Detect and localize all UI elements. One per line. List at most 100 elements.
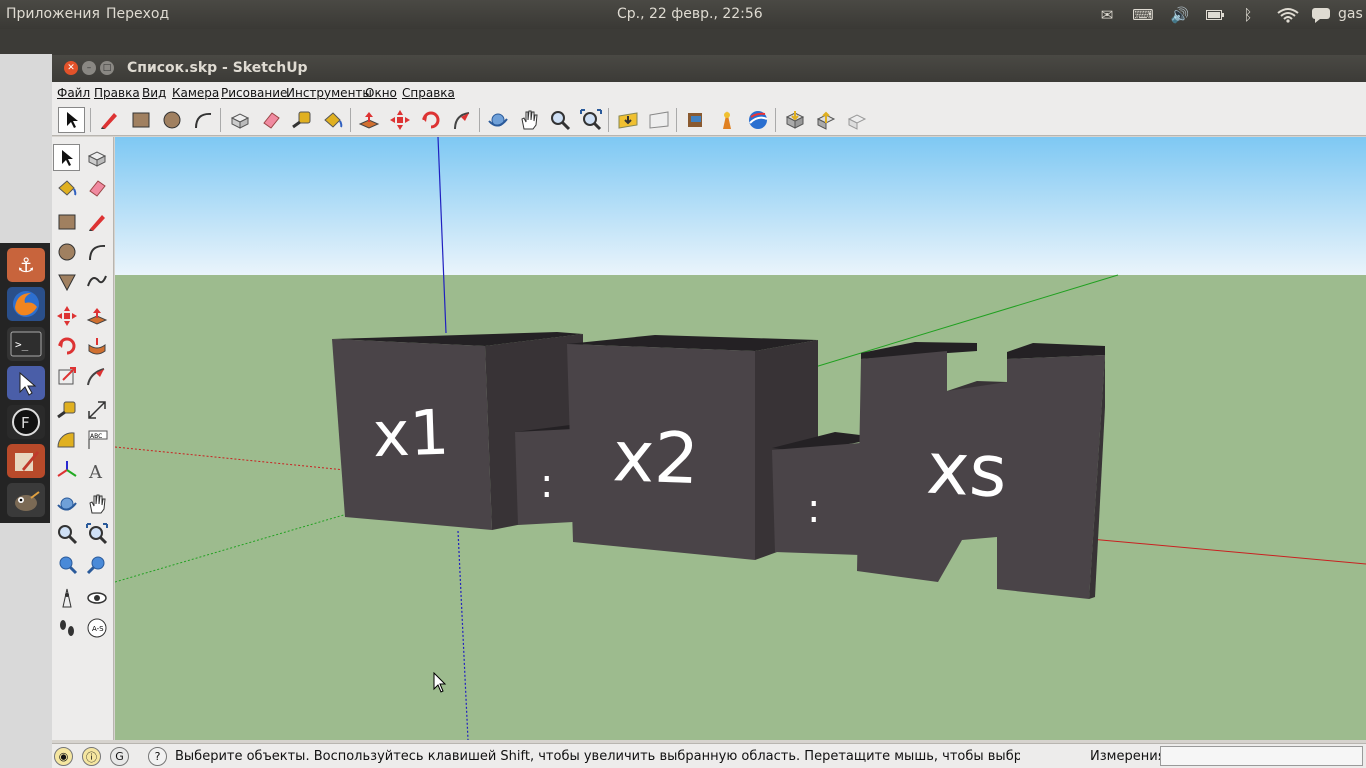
circle-tool-icon[interactable] xyxy=(53,238,80,265)
previous-view-icon[interactable] xyxy=(53,550,80,577)
wifi-icon[interactable] xyxy=(1276,5,1300,25)
make-component-icon[interactable] xyxy=(226,107,253,133)
close-icon[interactable]: ✕ xyxy=(64,61,78,75)
chat-icon[interactable] xyxy=(1309,5,1333,25)
next-view-icon[interactable] xyxy=(83,550,110,577)
clock[interactable]: Ср., 22 февр., 22:56 xyxy=(617,6,763,22)
get-models-icon[interactable] xyxy=(614,107,641,133)
zoom-tool-icon[interactable] xyxy=(53,520,80,547)
eraser-tool-icon[interactable] xyxy=(83,174,110,201)
measurements-input[interactable] xyxy=(1160,746,1363,766)
scale-tool-icon[interactable] xyxy=(53,362,80,389)
pencil-tool-icon[interactable] xyxy=(95,107,122,133)
minimize-icon[interactable]: – xyxy=(82,61,96,75)
position-camera-icon[interactable] xyxy=(53,584,80,611)
send-to-layout-icon[interactable] xyxy=(843,107,870,133)
google-earth-icon[interactable] xyxy=(744,107,771,133)
paint-bucket-icon[interactable] xyxy=(53,174,80,201)
box-xs-label: xs xyxy=(925,426,1009,514)
maximize-icon[interactable]: □ xyxy=(100,61,114,75)
polygon-tool-icon[interactable] xyxy=(53,268,80,295)
zoom-extents-icon[interactable] xyxy=(577,107,604,133)
move-tool-icon[interactable] xyxy=(53,302,80,329)
protractor-tool-icon[interactable] xyxy=(53,426,80,453)
menu-view[interactable]: Вид xyxy=(142,86,166,100)
menu-draw[interactable]: Рисование xyxy=(221,86,287,100)
panel-strip xyxy=(0,29,1366,54)
rectangle-tool-icon[interactable] xyxy=(53,208,80,235)
box-x2-label: x2 xyxy=(612,415,701,500)
menu-applications[interactable]: Приложения xyxy=(6,6,100,22)
push-pull-icon[interactable] xyxy=(355,107,382,133)
follow-me-icon[interactable] xyxy=(448,107,475,133)
zoom-tool-icon[interactable] xyxy=(546,107,573,133)
paint-bucket-icon[interactable] xyxy=(319,107,346,133)
arc-tool-icon[interactable] xyxy=(83,238,110,265)
firefox-icon[interactable] xyxy=(7,287,45,321)
select-tool-icon[interactable] xyxy=(53,144,80,171)
menu-window[interactable]: Окно xyxy=(365,86,397,100)
draw-icon[interactable] xyxy=(7,444,45,478)
geo-location-icon[interactable]: ◉ xyxy=(54,747,73,766)
rectangle-tool-icon[interactable] xyxy=(127,107,154,133)
offset-tool-icon[interactable] xyxy=(83,362,110,389)
menu-help[interactable]: Справка xyxy=(402,86,455,100)
fontforge-icon[interactable]: F xyxy=(7,405,45,439)
select-tool-icon[interactable] xyxy=(58,107,85,133)
zoom-window-icon[interactable] xyxy=(83,520,110,547)
walk-tool-icon[interactable] xyxy=(53,614,80,641)
colon-1-label: : xyxy=(540,461,553,507)
pan-tool-icon[interactable] xyxy=(515,107,542,133)
section-plane-icon[interactable]: A-S xyxy=(83,614,110,641)
axes-tool-icon[interactable] xyxy=(53,456,80,483)
arc-tool-icon[interactable] xyxy=(189,107,216,133)
mail-icon[interactable]: ✉ xyxy=(1095,5,1119,25)
gimp-icon[interactable] xyxy=(7,483,45,517)
menu-camera[interactable]: Камера xyxy=(172,86,219,100)
share-model-icon[interactable] xyxy=(645,107,672,133)
instructor-icon[interactable]: ? xyxy=(148,747,167,766)
dimension-tool-icon[interactable] xyxy=(83,396,110,423)
sketchup-icon[interactable] xyxy=(7,366,45,400)
volume-icon[interactable]: 🔊 xyxy=(1168,5,1192,25)
place-model-icon[interactable] xyxy=(682,107,709,133)
move-tool-icon[interactable] xyxy=(386,107,413,133)
make-component-icon[interactable] xyxy=(83,144,110,171)
menu-file[interactable]: Файл xyxy=(57,86,90,100)
window-title: Список.skp - SketchUp xyxy=(127,60,308,76)
orbit-tool-icon[interactable] xyxy=(53,490,80,517)
3d-text-tool-icon[interactable]: A xyxy=(83,456,110,483)
text-tool-icon[interactable]: ABC xyxy=(83,426,110,453)
get-components-icon[interactable] xyxy=(781,107,808,133)
sign-in-icon[interactable]: G xyxy=(110,747,129,766)
orbit-tool-icon[interactable] xyxy=(484,107,511,133)
get-photo-texture-icon[interactable] xyxy=(713,107,740,133)
rotate-tool-icon[interactable] xyxy=(417,107,444,133)
tape-measure-icon[interactable] xyxy=(288,107,315,133)
drawing-area[interactable]: x1 : x2 : xs xyxy=(115,137,1366,740)
pan-tool-icon[interactable] xyxy=(83,490,110,517)
tape-measure-icon[interactable] xyxy=(53,396,80,423)
rotate-tool-icon[interactable] xyxy=(53,332,80,359)
terminal-icon[interactable]: >_ xyxy=(7,327,45,361)
colon-block-2: : xyxy=(772,432,860,555)
anchor-icon[interactable]: ⚓ xyxy=(7,248,45,282)
window-titlebar[interactable]: ✕ – □ Список.skp - SketchUp xyxy=(52,55,1366,82)
bluetooth-icon[interactable]: ᛒ xyxy=(1236,5,1260,25)
share-component-icon[interactable] xyxy=(812,107,839,133)
freehand-tool-icon[interactable] xyxy=(83,268,110,295)
circle-tool-icon[interactable] xyxy=(158,107,185,133)
pencil-tool-icon[interactable] xyxy=(83,208,110,235)
credits-icon[interactable]: ⓘ xyxy=(82,747,101,766)
push-pull-icon[interactable] xyxy=(83,302,110,329)
user-name[interactable]: gas xyxy=(1338,6,1363,22)
follow-me-icon[interactable] xyxy=(83,332,110,359)
keyboard-icon[interactable]: ⌨ xyxy=(1131,5,1155,25)
menu-go[interactable]: Переход xyxy=(106,6,169,22)
eraser-tool-icon[interactable] xyxy=(257,107,284,133)
menu-edit[interactable]: Правка xyxy=(94,86,140,100)
battery-icon[interactable] xyxy=(1203,5,1227,25)
svg-text:F: F xyxy=(21,414,30,432)
menu-tools[interactable]: Инструменты xyxy=(286,86,372,100)
look-around-icon[interactable] xyxy=(83,584,110,611)
